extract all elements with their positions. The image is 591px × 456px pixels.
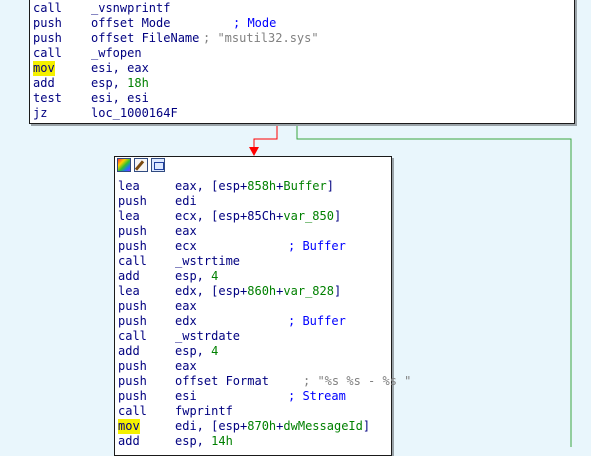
mnemonic: push: [118, 374, 147, 388]
edge-red: [253, 124, 278, 151]
comment: ; "msutil32.sys": [203, 31, 319, 45]
operand: edx, [esp+860h+var_828]: [175, 284, 342, 298]
operand: esi, eax: [91, 61, 149, 75]
operand: edx: [175, 314, 197, 328]
mnemonic: push: [118, 299, 147, 313]
mnemonic: lea: [118, 284, 140, 298]
operand: eax: [175, 224, 197, 238]
comment: ; Buffer: [288, 314, 346, 328]
code-block-main[interactable]: lea eax, [esp+858h+Buffer] push edi lea ecx, …: [114, 156, 411, 456]
mnemonic: call: [118, 329, 147, 343]
code-block-top[interactable]: call _vsnwprintfpush offset Mode ; Mode push…: [29, 0, 575, 124]
operand: _vsnwprintf: [91, 1, 171, 15]
mnemonic: push: [33, 16, 62, 30]
operand: offset FileName: [91, 31, 200, 45]
mnemonic: mov: [118, 419, 140, 434]
operand: eax, [esp+858h+Buffer]: [175, 179, 334, 193]
color-palette-icon[interactable]: [117, 158, 131, 172]
operand: ecx: [175, 239, 197, 253]
mnemonic: lea: [118, 209, 140, 223]
mnemonic: push: [118, 239, 147, 253]
mnemonic: test: [33, 91, 62, 105]
comment: ; Mode: [233, 16, 277, 30]
operand: esi, esi: [91, 91, 149, 105]
mnemonic: push: [118, 359, 147, 373]
operand: _wfopen: [91, 46, 142, 60]
mnemonic: call: [33, 1, 62, 15]
operand: eax: [175, 299, 197, 313]
edit-pencil-icon[interactable]: [134, 158, 148, 172]
mnemonic: push: [118, 224, 147, 238]
mnemonic: lea: [118, 179, 140, 193]
mnemonic: call: [118, 404, 147, 418]
block-toolbar: [117, 158, 165, 174]
mnemonic: call: [118, 254, 147, 268]
operand: fwprintf: [175, 404, 233, 418]
mnemonic: push: [118, 389, 147, 403]
mnemonic: jz: [33, 106, 48, 120]
operand: esp, 18h: [91, 76, 149, 90]
mnemonic: push: [33, 31, 62, 45]
operand: eax: [175, 359, 197, 373]
mnemonic: add: [118, 269, 140, 283]
mnemonic: add: [33, 76, 55, 90]
edge-red-arrowhead: [249, 147, 259, 156]
comment: ; Stream: [288, 389, 346, 403]
mnemonic: push: [118, 314, 147, 328]
operand: esi: [175, 389, 197, 403]
operand: offset Mode: [91, 16, 171, 30]
operand: edi, [esp+870h+dwMessageId]: [175, 419, 371, 433]
operand: offset Format: [175, 374, 269, 388]
operand: esp, 4: [175, 344, 219, 358]
operand: edi: [175, 194, 197, 208]
graph-view-icon[interactable]: [151, 158, 165, 172]
operand: _wstrtime: [175, 254, 241, 268]
mnemonic: mov: [33, 61, 55, 76]
comment: ; "%s %s - %s ": [303, 374, 412, 388]
operand: ecx, [esp+85Ch+var_850]: [175, 209, 342, 223]
mnemonic: add: [118, 344, 140, 358]
operand: _wstrdate: [175, 329, 241, 343]
comment: ; Buffer: [288, 239, 346, 253]
mnemonic: call: [33, 46, 62, 60]
mnemonic: push: [118, 194, 147, 208]
operand: esp, 4: [175, 269, 219, 283]
operand: loc_1000164F: [91, 106, 178, 120]
